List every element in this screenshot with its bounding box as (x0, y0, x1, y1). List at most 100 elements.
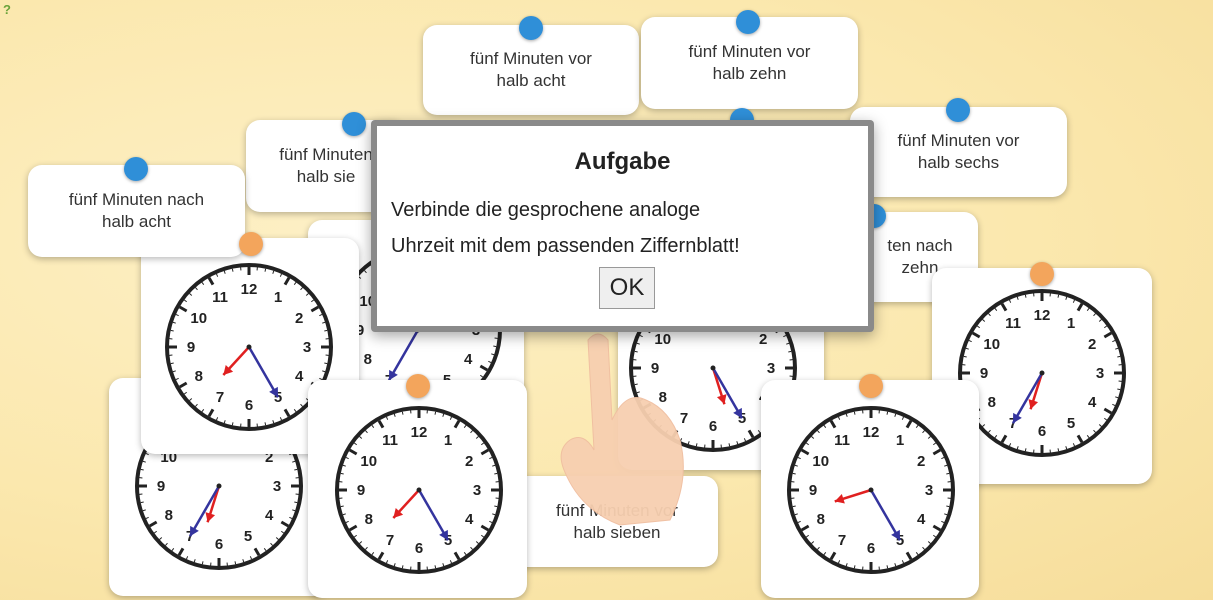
clock-tick (1117, 355, 1121, 358)
clock-number: 3 (273, 478, 281, 495)
clock-tick (170, 329, 174, 332)
clock-tick (294, 501, 298, 504)
dialog-message: Verbinde die gesprochene analoge Uhrzeit… (391, 192, 862, 264)
clock-tick (946, 472, 950, 475)
pointing-hand-icon (560, 333, 684, 526)
clock-number: 7 (216, 389, 224, 406)
clock-center (710, 365, 716, 371)
clock-tick (1024, 294, 1027, 298)
text-card-nach-halb-acht[interactable]: fünf Minuten nach halb acht (28, 157, 245, 257)
clock-number: 12 (241, 281, 258, 298)
clock-tick (340, 505, 344, 508)
clock-center (416, 487, 422, 493)
clock-tick (963, 355, 967, 358)
clock-number: 1 (1067, 315, 1075, 332)
clock-center (216, 483, 222, 489)
clock-tick (234, 561, 237, 565)
clock-number: 3 (473, 482, 481, 499)
clock-tick (788, 350, 792, 353)
clock-tick (946, 505, 950, 508)
clock-number: 6 (1038, 423, 1046, 440)
dialog-message-line: Uhrzeit mit dem passenden Ziffernblatt! (391, 235, 740, 257)
clock-number: 1 (274, 289, 282, 306)
clock-tick (401, 565, 404, 569)
clock-tick (434, 411, 437, 415)
clock-tick (792, 505, 796, 508)
clock-number: 11 (1005, 315, 1021, 332)
card-pin (1030, 262, 1054, 286)
clock-tick (1117, 388, 1121, 391)
clock-number: 12 (411, 424, 428, 441)
clock-card[interactable]: 121234567891011 (308, 374, 527, 598)
dialog-title: Aufgabe (574, 148, 671, 175)
clock-number: 6 (867, 540, 875, 557)
clock-number: 8 (195, 368, 203, 385)
text-card-line: ten nach (887, 236, 953, 255)
clock-number: 2 (917, 453, 925, 470)
clock-center (246, 344, 252, 350)
card-pin (124, 157, 148, 181)
text-card-vor-halb-acht[interactable]: fünf Minuten vor halb acht (423, 16, 639, 115)
clock-tick (324, 362, 328, 365)
clock-number: 8 (817, 511, 825, 528)
text-card-line: halb zehn (712, 64, 787, 83)
clock-tick (1057, 294, 1060, 298)
clock-tick (201, 561, 204, 565)
clock-number: 2 (465, 453, 473, 470)
clock-number: 6 (709, 418, 717, 435)
clock-tick (434, 565, 437, 569)
clock-number: 11 (212, 289, 228, 306)
text-card-line: halb sechs (917, 153, 1000, 172)
clock-number: 3 (767, 360, 775, 377)
text-card-line: halb acht (102, 212, 171, 231)
clock-number: 9 (187, 339, 195, 356)
clock-tick (231, 422, 234, 426)
card-pin (406, 374, 430, 398)
clock-number: 5 (244, 528, 252, 545)
clock-tick (340, 472, 344, 475)
clock-number: 4 (465, 511, 474, 528)
clock-tick (886, 411, 889, 415)
clock-number: 9 (357, 482, 365, 499)
help-icon[interactable]: ? (3, 2, 11, 17)
clock-number: 4 (265, 507, 274, 524)
clock-tick (264, 422, 267, 426)
clock-face: 121234567891011 (335, 406, 503, 574)
dialog-message-line: Verbinde die gesprochene analoge (391, 199, 701, 221)
card-pin (736, 10, 760, 34)
clock-number: 9 (809, 482, 817, 499)
clock-number: 3 (1096, 365, 1104, 382)
dialog-panel: Aufgabe Verbinde die gesprochene analoge… (377, 126, 868, 326)
clock-number: 4 (1088, 394, 1097, 411)
card-pin (239, 232, 263, 256)
clock-number: 5 (1067, 415, 1075, 432)
text-card-line: fünf Minuten nach (68, 190, 205, 209)
clock-number: 8 (364, 351, 372, 368)
clock-tick (493, 345, 497, 348)
clock-number: 4 (917, 511, 926, 528)
clock-tick (140, 501, 144, 504)
clock-tick (264, 268, 267, 272)
clock-tick (792, 472, 796, 475)
clock-number: 2 (1088, 336, 1096, 353)
text-card-line: fünf Minuten vor (897, 131, 1020, 150)
clock-number: 9 (157, 478, 165, 495)
clock-tick (324, 329, 328, 332)
text-card-vor-halb-sechs[interactable]: fünf Minuten vor halb sechs (850, 98, 1067, 197)
clock-number: 11 (834, 432, 850, 449)
clock-number: 10 (360, 453, 377, 470)
card-pin (342, 112, 366, 136)
clock-card[interactable]: 121234567891011 (761, 374, 979, 598)
clock-number: 12 (1034, 307, 1051, 324)
ok-button[interactable]: OK (599, 267, 655, 309)
text-card-line: fünf Minuten vor (470, 49, 592, 68)
clock-number: 9 (980, 365, 988, 382)
text-card-vor-halb-zehn[interactable]: fünf Minuten vor halb zehn (641, 10, 858, 109)
clock-number: 7 (386, 532, 394, 549)
clock-tick (494, 505, 498, 508)
clock-number: 11 (382, 432, 398, 449)
text-card-line: halb sie (296, 167, 356, 186)
clock-number: 8 (165, 507, 173, 524)
clock-tick (1024, 448, 1027, 452)
clock-number: 6 (245, 397, 253, 414)
